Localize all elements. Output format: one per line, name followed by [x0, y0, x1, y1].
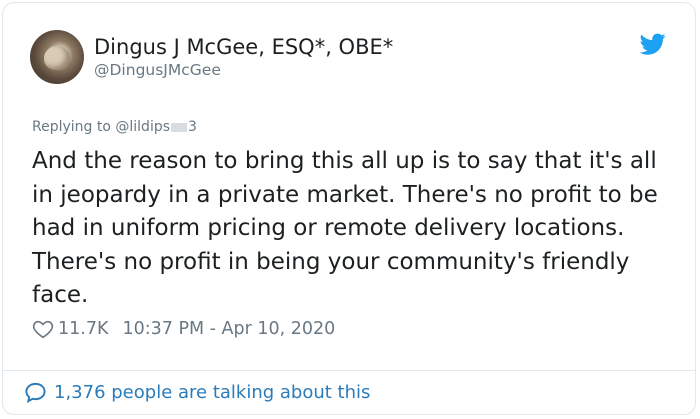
avatar[interactable] — [30, 30, 84, 84]
tweet-timestamp[interactable]: 10:37 PM - Apr 10, 2020 — [122, 319, 335, 339]
redaction-mask — [171, 122, 188, 132]
replying-to-handle-end: 3 — [188, 119, 197, 135]
tweet-header: Dingus J McGee, ESQ*, OBE* @DingusJMcGee — [30, 30, 393, 84]
avatar-image — [44, 46, 70, 70]
author-display-name[interactable]: Dingus J McGee, ESQ*, OBE* — [94, 34, 393, 60]
divider — [2, 370, 696, 371]
replying-to-label: Replying to — [32, 119, 116, 135]
author-names: Dingus J McGee, ESQ*, OBE* @DingusJMcGee — [94, 30, 393, 84]
like-count[interactable]: 11.7K — [58, 319, 108, 339]
tweet-meta: 11.7K 10:37 PM - Apr 10, 2020 — [32, 318, 335, 340]
replying-to-handle-start: @lildips — [115, 119, 171, 135]
tweet-text: And the reason to bring this all up is t… — [32, 148, 658, 308]
heart-icon[interactable] — [32, 318, 54, 340]
author-handle[interactable]: @DingusJMcGee — [94, 60, 393, 80]
twitter-bird-icon[interactable] — [640, 31, 666, 57]
conversation-link[interactable]: 1,376 people are talking about this — [24, 381, 370, 404]
replying-to: Replying to @lildips 3 — [32, 119, 197, 135]
replying-to-handle[interactable]: @lildips 3 — [115, 119, 197, 135]
speech-bubble-icon — [25, 382, 46, 403]
conversation-text: 1,376 people are talking about this — [54, 382, 371, 403]
